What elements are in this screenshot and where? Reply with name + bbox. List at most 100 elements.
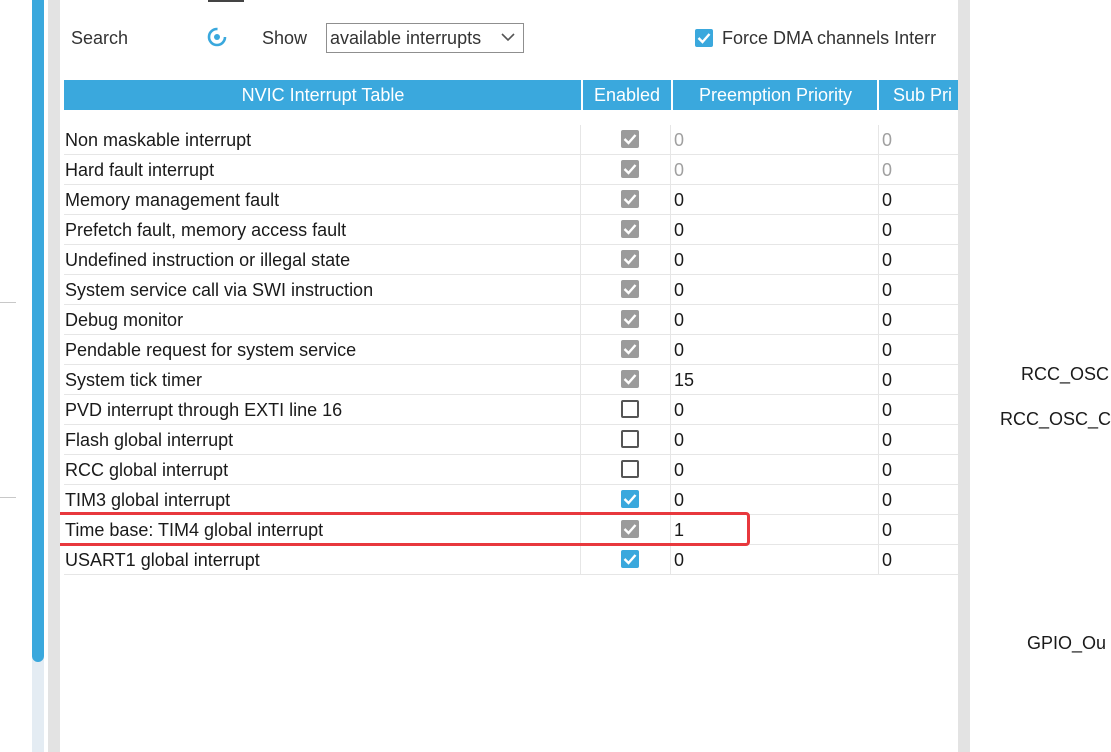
- cell-divider: [878, 245, 879, 275]
- table-row[interactable]: RCC global interrupt 0 0: [64, 455, 958, 485]
- preemption-priority-value[interactable]: 0: [674, 245, 874, 275]
- sub-priority-value[interactable]: 0: [882, 275, 958, 305]
- enabled-cell: [581, 365, 669, 395]
- sub-priority-value[interactable]: 0: [882, 125, 958, 155]
- checkmark-icon: [623, 164, 637, 175]
- table-row[interactable]: USART1 global interrupt 0 0: [64, 545, 958, 575]
- interrupt-name: Time base: TIM4 global interrupt: [65, 520, 324, 540]
- sub-priority-value[interactable]: 0: [882, 395, 958, 425]
- enabled-checkbox[interactable]: [621, 490, 639, 508]
- enabled-cell: [581, 125, 669, 155]
- cell-divider: [878, 185, 879, 215]
- enabled-checkbox[interactable]: [621, 400, 639, 418]
- cell-divider: [670, 485, 671, 515]
- column-header-enabled[interactable]: Enabled: [583, 80, 671, 110]
- sub-priority-value[interactable]: 0: [882, 485, 958, 515]
- preemption-priority-value[interactable]: 0: [674, 305, 874, 335]
- cell-divider: [878, 485, 879, 515]
- sub-priority-value[interactable]: 0: [882, 305, 958, 335]
- sub-priority-value[interactable]: 0: [882, 335, 958, 365]
- table-row[interactable]: Time base: TIM4 global interrupt 1 0: [64, 515, 958, 545]
- preemption-priority-value[interactable]: 0: [674, 215, 874, 245]
- enabled-cell: [581, 545, 669, 575]
- enabled-checkbox: [621, 190, 639, 208]
- preemption-priority-value[interactable]: 0: [674, 275, 874, 305]
- enabled-cell: [581, 185, 669, 215]
- enabled-checkbox[interactable]: [621, 550, 639, 568]
- preemption-priority-value[interactable]: 0: [674, 185, 874, 215]
- table-row[interactable]: Non maskable interrupt 0 0: [64, 125, 958, 155]
- table-row[interactable]: System tick timer 15 0: [64, 365, 958, 395]
- table-row[interactable]: PVD interrupt through EXTI line 16 0 0: [64, 395, 958, 425]
- table-row[interactable]: Memory management fault 0 0: [64, 185, 958, 215]
- enabled-checkbox: [621, 520, 639, 538]
- sub-priority-value[interactable]: 0: [882, 215, 958, 245]
- sub-priority-value[interactable]: 0: [882, 365, 958, 395]
- preemption-priority-value[interactable]: 0: [674, 395, 874, 425]
- refresh-icon[interactable]: [206, 26, 228, 48]
- checkmark-icon: [623, 554, 637, 565]
- table-row[interactable]: Flash global interrupt 0 0: [64, 425, 958, 455]
- gutter-divider: [0, 302, 16, 303]
- enabled-checkbox: [621, 220, 639, 238]
- sub-priority-value[interactable]: 0: [882, 515, 958, 545]
- table-row[interactable]: Hard fault interrupt 0 0: [64, 155, 958, 185]
- cell-divider: [670, 395, 671, 425]
- checkmark-icon: [623, 194, 637, 205]
- table-row[interactable]: TIM3 global interrupt 0 0: [64, 485, 958, 515]
- cell-divider: [878, 455, 879, 485]
- pin-label[interactable]: RCC_OSC_C: [1000, 409, 1111, 430]
- enabled-cell: [581, 155, 669, 185]
- chevron-down-icon: [501, 33, 515, 42]
- enabled-cell: [581, 335, 669, 365]
- sub-priority-value[interactable]: 0: [882, 245, 958, 275]
- cell-divider: [670, 365, 671, 395]
- cell-divider: [878, 335, 879, 365]
- preemption-priority-value[interactable]: 0: [674, 425, 874, 455]
- show-filter-select[interactable]: available interrupts: [326, 23, 524, 53]
- toolbar-remnant: [208, 0, 244, 2]
- sub-priority-value[interactable]: 0: [882, 155, 958, 185]
- enabled-cell: [581, 485, 669, 515]
- cell-divider: [670, 335, 671, 365]
- enabled-checkbox: [621, 340, 639, 358]
- enabled-cell: [581, 395, 669, 425]
- sub-priority-value[interactable]: 0: [882, 425, 958, 455]
- cell-divider: [670, 215, 671, 245]
- interrupt-name: Hard fault interrupt: [65, 160, 215, 180]
- enabled-cell: [581, 275, 669, 305]
- checkmark-icon: [623, 224, 637, 235]
- table-row[interactable]: Undefined instruction or illegal state 0 0: [64, 245, 958, 275]
- column-header-name[interactable]: NVIC Interrupt Table: [64, 80, 582, 110]
- scrollbar-thumb[interactable]: [32, 0, 44, 662]
- table-row[interactable]: Prefetch fault, memory access fault 0 0: [64, 215, 958, 245]
- preemption-priority-value[interactable]: 0: [674, 125, 874, 155]
- force-dma-checkbox[interactable]: [695, 29, 713, 47]
- table-row[interactable]: Debug monitor 0 0: [64, 305, 958, 335]
- enabled-checkbox[interactable]: [621, 460, 639, 478]
- preemption-priority-value[interactable]: 0: [674, 335, 874, 365]
- cell-divider: [670, 425, 671, 455]
- enabled-cell: [581, 215, 669, 245]
- column-header-preemption[interactable]: Preemption Priority: [673, 80, 878, 110]
- cell-divider: [878, 425, 879, 455]
- sub-priority-value[interactable]: 0: [882, 185, 958, 215]
- preemption-priority-value[interactable]: 15: [674, 365, 874, 395]
- preemption-priority-value[interactable]: 0: [674, 455, 874, 485]
- table-row[interactable]: Pendable request for system service 0 0: [64, 335, 958, 365]
- preemption-priority-value[interactable]: 0: [674, 485, 874, 515]
- nvic-panel: Search Show available interrupts Force D…: [60, 0, 958, 752]
- pin-label[interactable]: GPIO_Ou: [1027, 633, 1106, 654]
- enabled-checkbox[interactable]: [621, 430, 639, 448]
- preemption-priority-value[interactable]: 1: [674, 515, 874, 545]
- preemption-priority-value[interactable]: 0: [674, 155, 874, 185]
- enabled-checkbox: [621, 280, 639, 298]
- pin-label[interactable]: RCC_OSC: [1021, 364, 1109, 385]
- enabled-checkbox: [621, 130, 639, 148]
- table-row[interactable]: System service call via SWI instruction 0…: [64, 275, 958, 305]
- column-header-sub-priority[interactable]: Sub Pri: [879, 80, 958, 110]
- sub-priority-value[interactable]: 0: [882, 545, 958, 575]
- checkmark-icon: [623, 374, 637, 385]
- sub-priority-value[interactable]: 0: [882, 455, 958, 485]
- preemption-priority-value[interactable]: 0: [674, 545, 874, 575]
